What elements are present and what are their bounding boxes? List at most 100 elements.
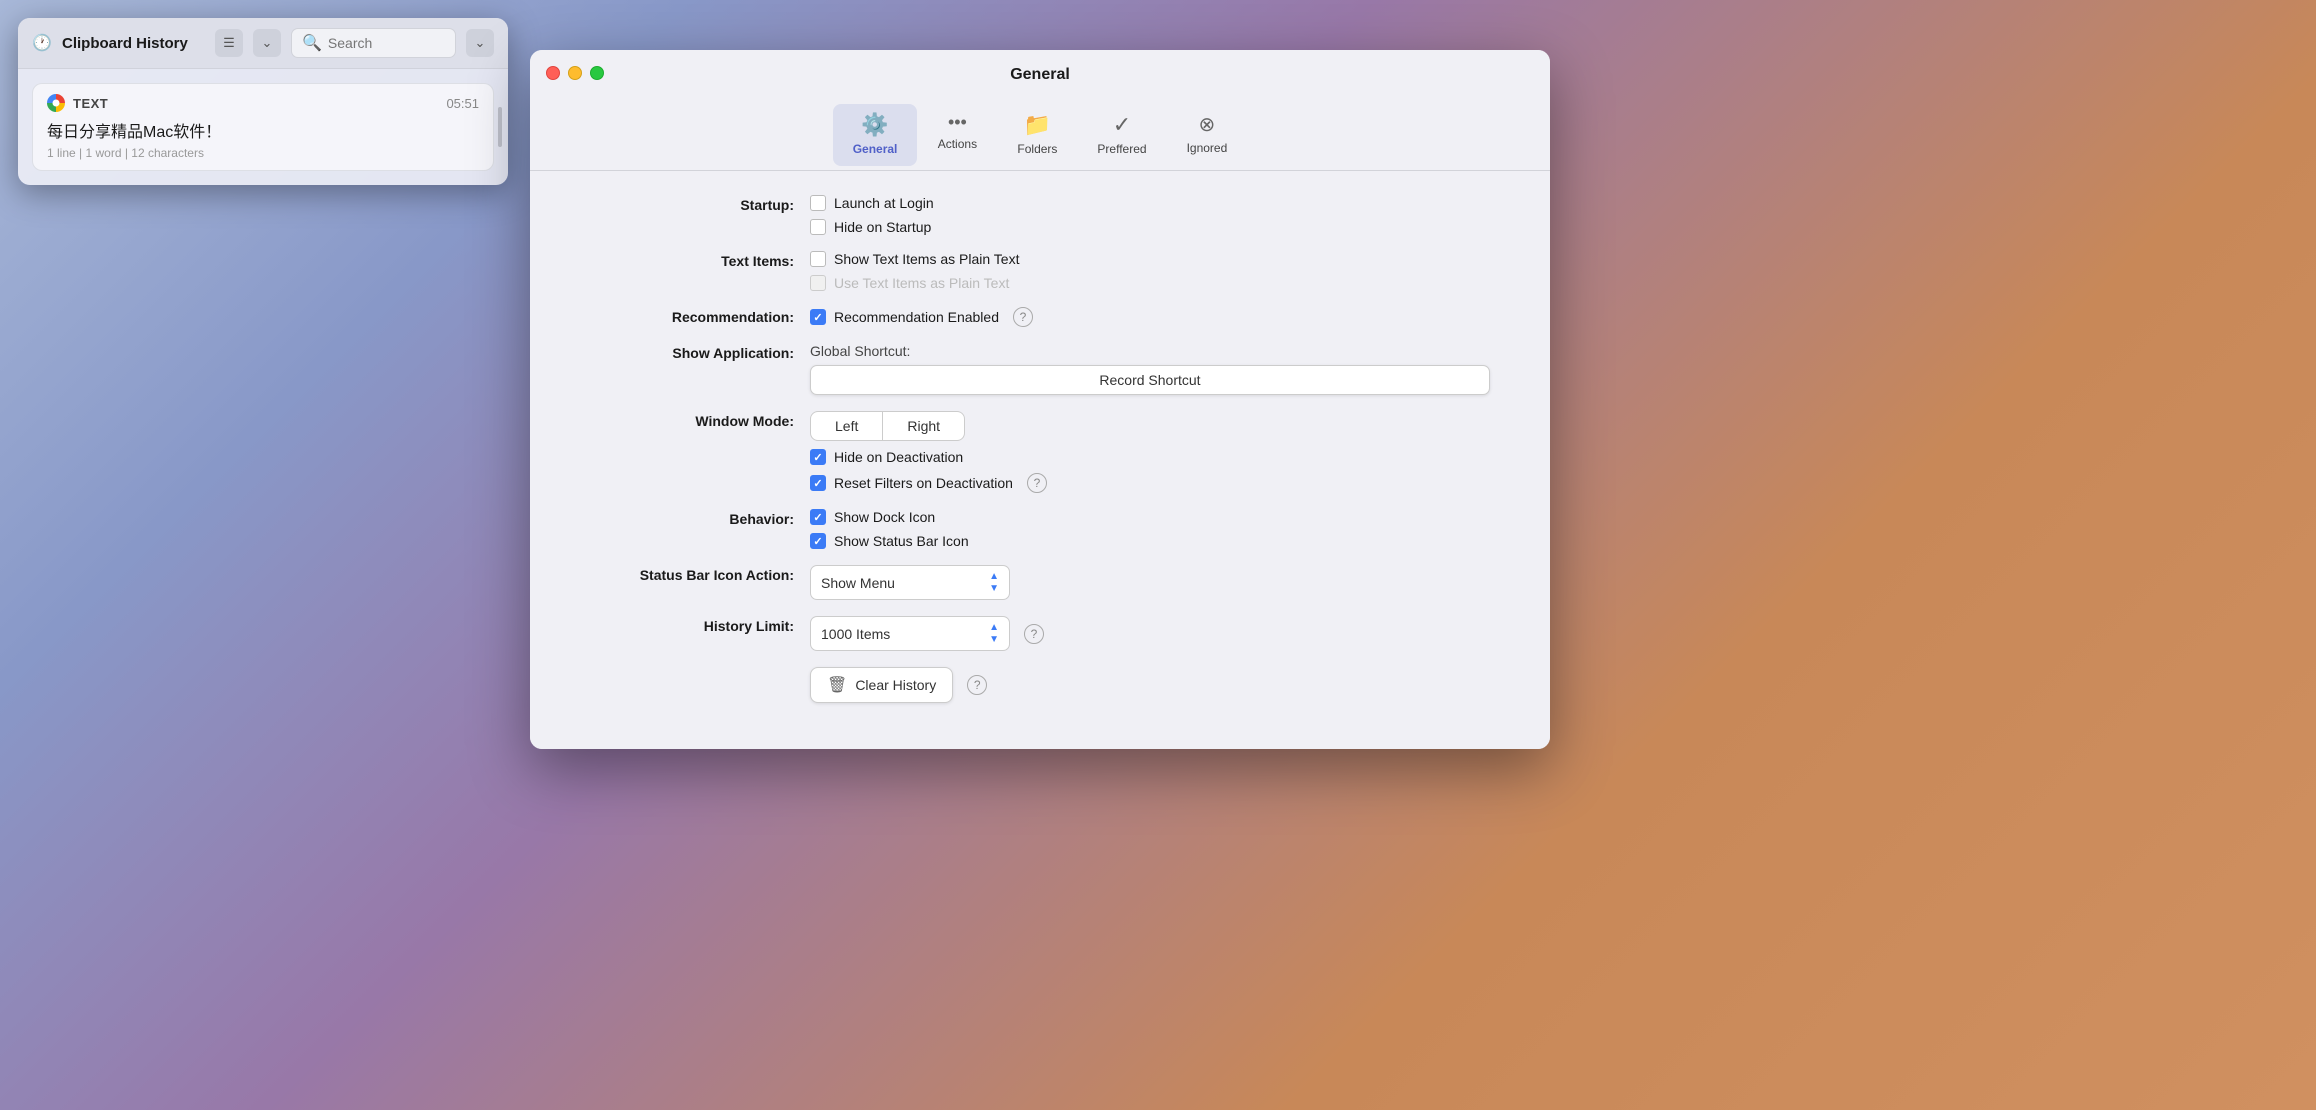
- reset-filters-checkbox[interactable]: [810, 475, 826, 491]
- show-application-row: Show Application: Global Shortcut: Recor…: [590, 343, 1490, 395]
- status-bar-controls: Show Menu ▲ ▼: [810, 565, 1490, 600]
- ignored-icon: ⊗: [1199, 112, 1216, 137]
- status-bar-action-row: Status Bar Icon Action: Show Menu ▲ ▼: [590, 565, 1490, 600]
- tab-ignored-label: Ignored: [1187, 141, 1228, 155]
- use-text-plain-row: Use Text Items as Plain Text: [810, 275, 1490, 291]
- history-limit-help-button[interactable]: ?: [1024, 624, 1044, 644]
- general-icon: ⚙️: [861, 112, 888, 138]
- item-type-label: TEXT: [73, 96, 108, 111]
- tab-actions[interactable]: ••• Actions: [917, 104, 997, 166]
- behavior-controls: Show Dock Icon Show Status Bar Icon: [810, 509, 1490, 549]
- recommendation-controls: Recommendation Enabled ?: [810, 307, 1490, 327]
- hide-on-deactivation-checkbox[interactable]: [810, 449, 826, 465]
- show-menu-value: Show Menu: [821, 575, 895, 591]
- startup-row: Startup: Launch at Login Hide on Startup: [590, 195, 1490, 235]
- text-items-row: Text Items: Show Text Items as Plain Tex…: [590, 251, 1490, 291]
- item-type: TEXT: [47, 94, 108, 112]
- record-shortcut-button[interactable]: Record Shortcut: [810, 365, 1490, 395]
- window-mode-segmented: Left Right: [810, 411, 965, 441]
- item-meta: 1 line | 1 word | 12 characters: [47, 146, 479, 160]
- launch-at-login-checkbox[interactable]: [810, 195, 826, 211]
- show-text-plain-checkbox[interactable]: [810, 251, 826, 267]
- show-menu-dropdown[interactable]: Show Menu ▲ ▼: [810, 565, 1010, 600]
- history-limit-arrows-icon: ▲ ▼: [989, 622, 999, 645]
- clear-history-group: 🗑 Clear History ?: [810, 667, 1490, 703]
- show-text-plain-label: Show Text Items as Plain Text: [834, 251, 1019, 267]
- clear-history-controls: 🗑 Clear History ?: [810, 667, 1490, 703]
- traffic-lights: [546, 66, 604, 80]
- show-status-bar-icon-row: Show Status Bar Icon: [810, 533, 1490, 549]
- show-status-bar-icon-checkbox[interactable]: [810, 533, 826, 549]
- window-right-button[interactable]: Right: [883, 412, 964, 440]
- settings-content: Startup: Launch at Login Hide on Startup…: [530, 171, 1550, 749]
- history-limit-value: 1000 Items: [821, 626, 890, 642]
- preffered-icon: ✓: [1113, 112, 1131, 138]
- hide-on-deactivation-label: Hide on Deactivation: [834, 449, 963, 465]
- use-text-plain-checkbox[interactable]: [810, 275, 826, 291]
- show-text-plain-row: Show Text Items as Plain Text: [810, 251, 1490, 267]
- clipboard-titlebar: 🕐 Clipboard History ☰ ⌄ 🔍 ⌄: [18, 18, 508, 69]
- hide-on-startup-row: Hide on Startup: [810, 219, 1490, 235]
- recommendation-row: Recommendation: Recommendation Enabled ?: [590, 307, 1490, 327]
- history-limit-dropdown[interactable]: 1000 Items ▲ ▼: [810, 616, 1010, 651]
- fullscreen-button[interactable]: [590, 66, 604, 80]
- global-shortcut-label: Global Shortcut:: [810, 343, 1490, 359]
- tab-actions-label: Actions: [938, 137, 977, 151]
- show-dock-icon-checkbox[interactable]: [810, 509, 826, 525]
- clipboard-item[interactable]: TEXT 05:51 每日分享精品Mac软件！ 1 line | 1 word …: [32, 83, 494, 171]
- show-application-label: Show Application:: [590, 343, 810, 361]
- actions-icon: •••: [948, 112, 967, 133]
- startup-label: Startup:: [590, 195, 810, 213]
- clear-history-help-button[interactable]: ?: [967, 675, 987, 695]
- history-limit-label: History Limit:: [590, 616, 810, 634]
- history-limit-inner: 1000 Items ▲ ▼ ?: [810, 616, 1490, 651]
- settings-title: General: [1010, 66, 1070, 84]
- reset-filters-row: Reset Filters on Deactivation ?: [810, 473, 1490, 493]
- tab-preffered-label: Preffered: [1097, 142, 1146, 156]
- clipboard-item-header: TEXT 05:51: [47, 94, 479, 112]
- show-dock-icon-row: Show Dock Icon: [810, 509, 1490, 525]
- clipboard-title: Clipboard History: [62, 35, 205, 52]
- use-text-plain-label: Use Text Items as Plain Text: [834, 275, 1009, 291]
- clipboard-panel: 🕐 Clipboard History ☰ ⌄ 🔍 ⌄ TEXT 05:51 每…: [18, 18, 508, 185]
- search-input[interactable]: [328, 35, 445, 51]
- recommendation-label: Recommendation:: [590, 307, 810, 325]
- close-button[interactable]: [546, 66, 560, 80]
- tab-folders[interactable]: 📁 Folders: [997, 104, 1077, 166]
- history-limit-controls: 1000 Items ▲ ▼ ?: [810, 616, 1490, 651]
- clear-history-row: 🗑 Clear History ?: [590, 667, 1490, 703]
- tab-bar: ⚙️ General ••• Actions 📁 Folders ✓ Preff…: [530, 96, 1550, 166]
- window-mode-label: Window Mode:: [590, 411, 810, 429]
- show-dock-icon-label: Show Dock Icon: [834, 509, 935, 525]
- clear-history-label: Clear History: [855, 677, 936, 693]
- show-application-controls: Global Shortcut: Record Shortcut: [810, 343, 1490, 395]
- history-limit-row: History Limit: 1000 Items ▲ ▼ ?: [590, 616, 1490, 651]
- window-left-button[interactable]: Left: [811, 412, 883, 440]
- recommendation-enabled-label: Recommendation Enabled: [834, 309, 999, 325]
- search-container: 🔍: [291, 28, 456, 58]
- tab-preffered[interactable]: ✓ Preffered: [1077, 104, 1166, 166]
- recommendation-help-button[interactable]: ?: [1013, 307, 1033, 327]
- folders-icon: 📁: [1024, 112, 1051, 138]
- recommendation-checkbox[interactable]: [810, 309, 826, 325]
- chevron-down-button[interactable]: ⌄: [253, 29, 281, 57]
- item-content: 每日分享精品Mac软件！: [47, 118, 479, 142]
- settings-window: General ⚙️ General ••• Actions 📁 Folders…: [530, 50, 1550, 749]
- reset-filters-help-button[interactable]: ?: [1027, 473, 1047, 493]
- text-items-controls: Show Text Items as Plain Text Use Text I…: [810, 251, 1490, 291]
- scroll-indicator: [498, 107, 502, 147]
- item-time: 05:51: [446, 96, 479, 111]
- hide-on-startup-checkbox[interactable]: [810, 219, 826, 235]
- settings-titlebar: General: [530, 50, 1550, 96]
- chevron-down-search-button[interactable]: ⌄: [466, 29, 494, 57]
- trash-icon: 🗑: [827, 675, 847, 695]
- hide-on-startup-label: Hide on Startup: [834, 219, 931, 235]
- clear-history-button[interactable]: 🗑 Clear History: [810, 667, 953, 703]
- tab-general-label: General: [853, 142, 898, 156]
- tab-ignored[interactable]: ⊗ Ignored: [1167, 104, 1248, 166]
- status-bar-label: Status Bar Icon Action:: [590, 565, 810, 583]
- recommendation-enabled-row: Recommendation Enabled ?: [810, 307, 1490, 327]
- tab-general[interactable]: ⚙️ General: [833, 104, 918, 166]
- minimize-button[interactable]: [568, 66, 582, 80]
- notes-button[interactable]: ☰: [215, 29, 243, 57]
